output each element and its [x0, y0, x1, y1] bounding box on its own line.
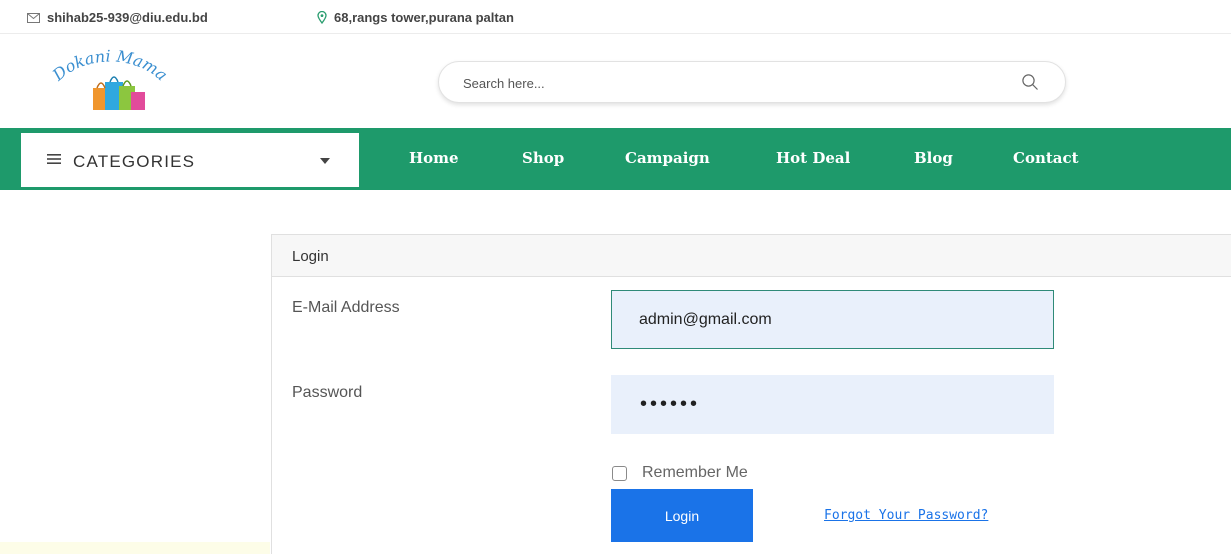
nav-link-shop[interactable]: Shop	[522, 149, 564, 167]
remember-me-label: Remember Me	[642, 464, 748, 481]
logo-text: Dokani Mama	[48, 46, 171, 85]
contact-email[interactable]: shihab25-939@diu.edu.bd	[27, 10, 208, 25]
page-bottom-strip	[0, 542, 270, 554]
search-input[interactable]	[463, 73, 983, 93]
email-field[interactable]	[611, 290, 1054, 349]
remember-me-checkbox[interactable]	[612, 465, 627, 481]
site-logo[interactable]: Dokani Mama	[30, 38, 190, 118]
nav-link-contact[interactable]: Contact	[1013, 149, 1079, 167]
email-label: E-Mail Address	[292, 299, 400, 316]
nav-link-campaign[interactable]: Campaign	[625, 149, 710, 167]
logo-graphic: Dokani Mama	[48, 46, 171, 110]
nav-link-blog[interactable]: Blog	[914, 149, 953, 167]
nav-link-home[interactable]: Home	[409, 149, 459, 167]
search-icon[interactable]	[1021, 73, 1039, 91]
contact-email-text: shihab25-939@diu.edu.bd	[47, 10, 208, 25]
categories-dropdown[interactable]: CATEGORIES	[21, 133, 359, 187]
remember-me[interactable]: Remember Me	[612, 464, 748, 482]
search-bar	[438, 61, 1066, 103]
top-info-bar: shihab25-939@diu.edu.bd 68,rangs tower,p…	[0, 0, 1231, 34]
svg-text:Dokani Mama: Dokani Mama	[48, 46, 171, 85]
password-field[interactable]	[611, 375, 1054, 434]
main-navbar: CATEGORIES Home Shop Campaign Hot Deal B…	[0, 128, 1231, 190]
location-pin-icon	[317, 11, 327, 24]
contact-address-text: 68,rangs tower,purana paltan	[334, 10, 514, 25]
login-card-title: Login	[292, 248, 329, 265]
categories-label: CATEGORIES	[73, 152, 196, 171]
hamburger-icon	[47, 154, 61, 164]
login-card: Login E-Mail Address Password Remember M…	[271, 234, 1231, 554]
login-card-header: Login	[272, 235, 1231, 277]
envelope-icon	[27, 12, 40, 23]
forgot-password-link[interactable]: Forgot Your Password?	[824, 508, 988, 523]
caret-down-icon	[320, 158, 330, 164]
contact-address: 68,rangs tower,purana paltan	[317, 10, 514, 25]
password-label: Password	[292, 384, 363, 401]
nav-link-hot-deal[interactable]: Hot Deal	[776, 149, 850, 167]
login-button[interactable]: Login	[611, 489, 753, 542]
